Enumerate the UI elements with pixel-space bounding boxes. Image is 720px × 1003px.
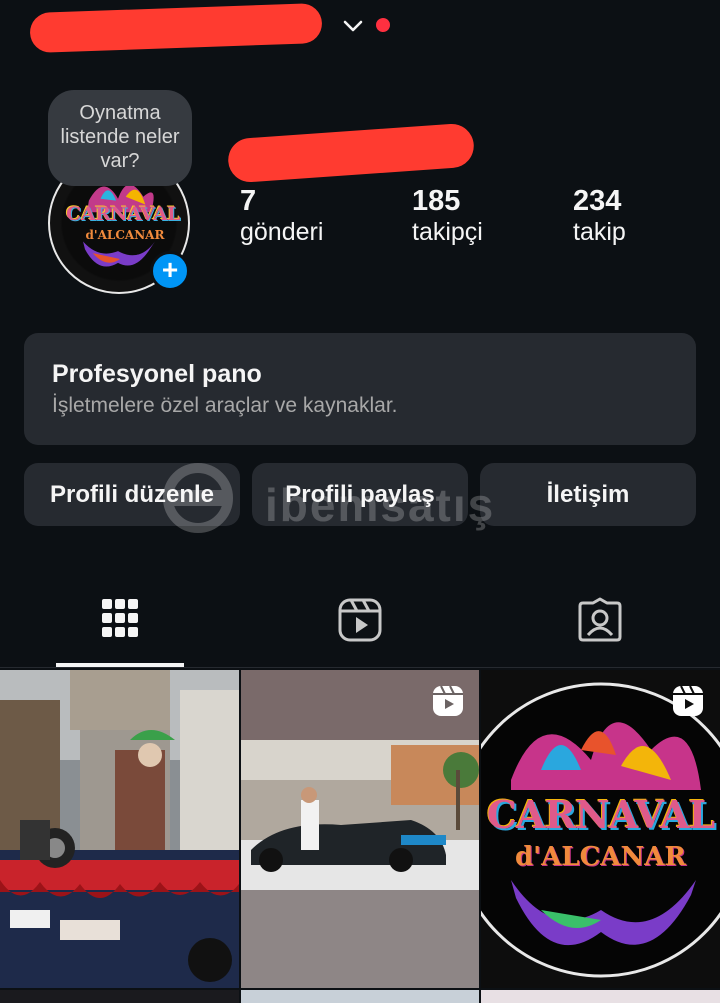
stat-following[interactable]: 234 takip xyxy=(573,185,626,247)
pro-dashboard-title: Profesyonel pano xyxy=(52,360,262,388)
grid-icon[interactable] xyxy=(100,596,140,640)
grid-post-4-partial[interactable] xyxy=(0,990,239,1003)
post-image xyxy=(0,670,239,988)
note-bubble[interactable]: Oynatma listende neler var? xyxy=(48,90,192,186)
stat-value: 7 xyxy=(240,185,257,217)
share-profile-button[interactable]: Profili paylaş xyxy=(252,463,468,526)
reel-badge-icon xyxy=(433,685,463,716)
avatar-logo-title: CARNAVAL xyxy=(66,203,180,225)
stat-posts[interactable]: 7 gönderi xyxy=(240,185,323,247)
avatar-logo-subtitle: d'ALCANAR xyxy=(85,228,165,242)
add-story-button[interactable]: + xyxy=(150,251,190,291)
stat-value: 234 xyxy=(573,185,622,217)
grid-post-1[interactable] xyxy=(0,670,239,988)
professional-dashboard-card[interactable] xyxy=(24,333,696,445)
chevron-down-icon[interactable] xyxy=(341,14,365,38)
tagged-icon[interactable] xyxy=(577,597,623,643)
reels-icon[interactable] xyxy=(337,597,383,643)
grid-post-5-partial[interactable] xyxy=(241,990,479,1003)
post-logo-subtitle: d'ALCANAR xyxy=(514,842,686,872)
notification-dot xyxy=(376,18,390,32)
post-logo-title: CARNAVAL xyxy=(486,792,716,837)
username-redacted[interactable] xyxy=(29,2,323,54)
stat-label: takip xyxy=(573,218,626,246)
grid-post-2[interactable] xyxy=(241,670,479,988)
grid-post-6-partial[interactable] xyxy=(481,990,720,1003)
display-name-redacted xyxy=(226,122,476,184)
contact-button[interactable]: İletişim xyxy=(480,463,696,526)
grid-post-3[interactable]: CARNAVAL d'ALCANAR xyxy=(481,670,720,988)
stat-label: takipçi xyxy=(412,218,483,246)
stat-value: 185 xyxy=(412,185,461,217)
stat-followers[interactable]: 185 takipçi xyxy=(412,185,483,247)
stat-label: gönderi xyxy=(240,218,324,246)
edit-profile-button[interactable]: Profili düzenle xyxy=(24,463,240,526)
pro-dashboard-subtitle: İşletmelere özel araçlar ve kaynaklar. xyxy=(52,394,398,417)
reel-badge-icon xyxy=(673,685,703,716)
tab-divider xyxy=(0,667,720,668)
